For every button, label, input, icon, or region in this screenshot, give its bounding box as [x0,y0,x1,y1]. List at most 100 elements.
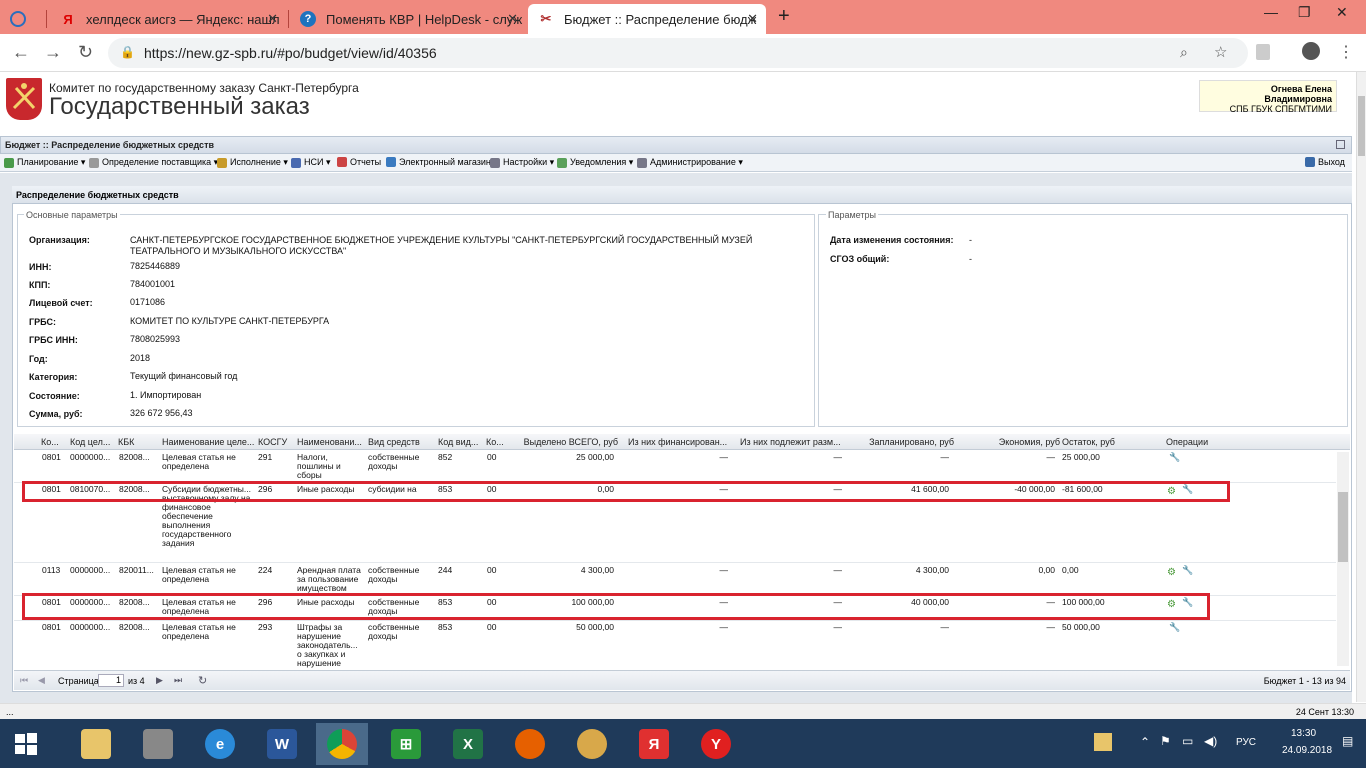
col-header[interactable]: Код вид... [438,437,482,447]
pdf-extension-icon[interactable] [1256,44,1270,60]
grid-pager: ⏮ ◀ Страница 1 из 4 ▶ ⏭ ↻ Бюджет 1 - 13 … [14,670,1350,690]
yandex-icon: Я [63,11,73,27]
menu-reports[interactable]: Отчеты [337,157,381,167]
tab-budget[interactable]: ✂ Бюджет :: Распределение бюдж ✕ [528,4,766,34]
taskbar-yandex[interactable]: Y [690,723,742,765]
table-cell: 852 [438,453,453,462]
col-header[interactable]: Ко... [486,437,510,447]
back-button[interactable]: ← [12,42,30,63]
menu-supplier[interactable]: Определение поставщика ▾ [89,157,218,168]
col-header[interactable]: Остаток, руб [1062,437,1158,447]
supplier-icon [89,157,99,168]
row-divider [14,562,1336,563]
page-scrollbar[interactable] [1356,72,1366,702]
taskbar-yandex-browser[interactable]: Я [628,723,680,765]
wrench-icon[interactable]: 🔧 [1182,565,1193,576]
table-cell: 224 [258,566,273,575]
col-header[interactable]: Экономия, руб [964,437,1060,447]
edit-gear-icon[interactable]: ⚙ [1167,567,1176,578]
field-label: СГОЗ общий: [830,254,890,264]
close-icon[interactable]: ✕ [507,11,518,27]
window-close-button[interactable]: ✕ [1336,4,1348,21]
yandex-icon: Я [639,729,669,759]
taskbar-printer[interactable] [132,723,184,765]
ie-icon: e [205,729,235,759]
zoom-icon[interactable]: ⌕ [1180,44,1188,61]
prev-page-icon[interactable]: ◀ [38,675,45,686]
table-cell: — [940,453,950,462]
page-input[interactable]: 1 [98,674,124,687]
menu-eshop[interactable]: Электронный магазин [386,157,491,167]
col-header[interactable]: Запланировано, руб [858,437,954,447]
reload-button[interactable]: ↻ [78,42,93,63]
tray-volume-icon[interactable]: ◀) [1204,734,1217,748]
table-cell: Целевая статья не определена [162,566,236,584]
menu-planning[interactable]: Планирование ▾ [4,157,85,168]
menu-icon[interactable]: ⋮ [1338,42,1354,62]
exit-button[interactable]: Выход [1305,157,1345,167]
col-header[interactable]: КОСГУ [258,437,294,447]
notification-icon[interactable]: ▤ [1342,734,1353,748]
menu-settings[interactable]: Настройки ▾ [490,157,554,168]
omnibox[interactable]: 🔒 https://new.gz-spb.ru/#po/budget/view/… [108,38,1248,68]
tray-time[interactable]: 13:30 [1291,728,1316,739]
refresh-icon[interactable]: ↻ [198,674,207,687]
forward-button[interactable]: → [44,42,62,63]
table-cell: — [833,623,843,632]
col-header[interactable]: Код цел... [70,437,114,447]
maximize-button[interactable]: ❐ [1298,4,1311,21]
col-header[interactable]: Из них подлежит разм... [740,437,852,447]
col-header[interactable]: Вид средств [368,437,434,447]
taskbar-paint[interactable] [566,723,618,765]
first-page-icon[interactable]: ⏮ [20,675,28,686]
wrench-icon[interactable]: 🔧 [1169,622,1180,633]
tray-folder-icon[interactable] [1094,733,1112,751]
col-header[interactable]: Выделено ВСЕГО, руб [520,437,618,447]
tray-network-icon[interactable]: ▭ [1182,734,1193,748]
taskbar-word[interactable]: W [256,723,308,765]
taskbar-store[interactable]: ⊞ [380,723,432,765]
taskbar-excel[interactable]: X [442,723,494,765]
menu-nsi[interactable]: НСИ ▾ [291,157,331,168]
collapse-icon[interactable] [1336,140,1345,149]
col-header[interactable]: Наименование целе... [162,437,254,447]
table-cell: 4 300,00 [915,566,949,575]
next-page-icon[interactable]: ▶ [156,675,163,686]
menu-notifications[interactable]: Уведомления ▾ [557,157,633,168]
taskbar-chrome[interactable] [316,723,368,765]
shop-icon [386,157,396,167]
coat-of-arms-logo [6,78,42,120]
start-button[interactable] [0,723,52,765]
tab-pinned[interactable] [0,4,44,34]
grid-scroll-thumb[interactable] [1338,492,1348,562]
table-cell: 0,00 [1038,566,1055,575]
col-header[interactable]: КБК [118,437,156,447]
minimize-button[interactable]: — [1264,4,1278,20]
taskbar-firefox[interactable] [504,723,556,765]
close-icon[interactable]: ✕ [747,11,758,27]
tray-flag-icon[interactable]: ⚑ [1160,734,1171,748]
tray-expand-icon[interactable]: ⌃ [1140,735,1150,749]
col-header[interactable]: Наименовани... [297,437,363,447]
menu-admin[interactable]: Администрирование ▾ [637,157,743,168]
wrench-icon[interactable]: 🔧 [1169,452,1180,463]
close-icon[interactable]: ✕ [267,11,278,27]
tray-lang[interactable]: РУС [1236,737,1256,748]
profile-icon[interactable] [1302,42,1320,60]
tab-yandex[interactable]: Я хелпдеск аисгз — Яндекс: нашл ✕ [50,4,286,34]
menu-execution[interactable]: Исполнение ▾ [217,157,288,168]
col-header[interactable]: Из них финансирован... [628,437,734,447]
site-title: Государственный заказ [49,93,310,120]
col-header[interactable]: Ко... [41,437,65,447]
url-text[interactable]: https://new.gz-spb.ru/#po/budget/view/id… [144,45,437,61]
star-icon[interactable]: ☆ [1214,43,1227,61]
col-header[interactable]: Операции [1166,437,1226,447]
taskbar-ie[interactable]: e [194,723,246,765]
new-tab-button[interactable]: + [778,5,790,28]
last-page-icon[interactable]: ⏭ [174,675,182,686]
tab-helpdesk[interactable]: ? Поменять КВР | HelpDesk - служ ✕ [290,4,526,34]
field-label: Лицевой счет: [29,298,93,308]
lock-icon: 🔒 [120,45,135,59]
tray-date[interactable]: 24.09.2018 [1282,745,1332,756]
taskbar-explorer[interactable] [70,723,122,765]
